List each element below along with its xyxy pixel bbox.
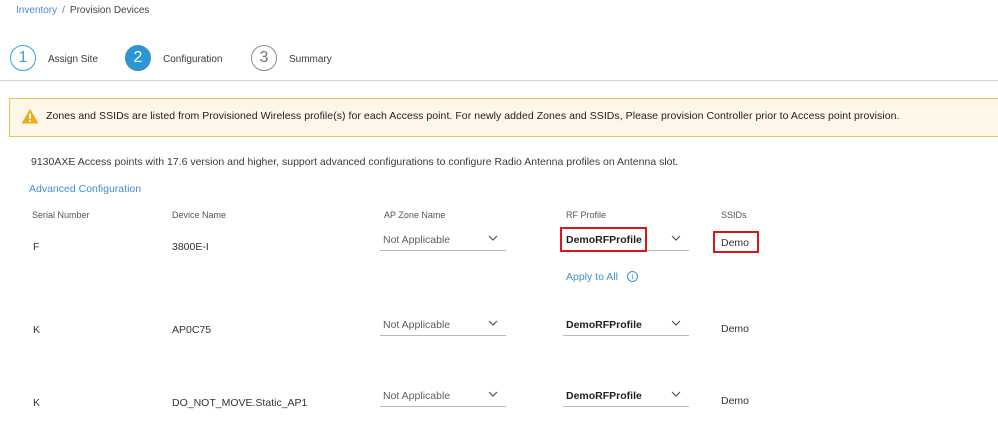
row-2-serial-number: K [33,324,41,336]
step-3-label[interactable]: Summary [289,54,332,65]
step-2-circle[interactable]: 2 [125,45,151,71]
row-3-serial-number: K [33,397,41,409]
step-2-label[interactable]: Configuration [163,54,222,65]
column-header-ssids: SSIDs [721,210,747,220]
row-3-ap-zone-value: Not Applicable [383,390,451,402]
warning-banner: Zones and SSIDs are listed from Provisio… [9,98,998,137]
breadcrumb: Inventory / Provision Devices [16,5,149,16]
row-1-device-name: 3800E-I [172,241,209,253]
step-1-circle[interactable]: 1 [10,45,36,71]
row-1-ap-zone-value: Not Applicable [383,234,451,246]
step-3-circle[interactable]: 3 [251,45,277,71]
step-1-label[interactable]: Assign Site [48,54,98,65]
row-2-rf-profile-select[interactable]: DemoRFProfile [563,316,689,336]
row-2-ap-zone-value: Not Applicable [383,319,451,331]
row-3-ap-zone-select[interactable]: Not Applicable [380,387,506,407]
column-header-rf-profile: RF Profile [566,210,607,220]
row-3-device-name: DO_NOT_MOVE.Static_AP1 [172,397,308,409]
row-2-rf-profile-value: DemoRFProfile [566,319,642,331]
breadcrumb-current: Provision Devices [69,5,150,16]
row-2-ap-zone-select[interactable]: Not Applicable [380,316,506,336]
antenna-info-text: 9130AXE Access points with 17.6 version … [31,156,679,168]
chevron-down-icon [488,235,498,241]
row-2-ssids: Demo [721,323,750,335]
rf-profile-highlight-box [560,227,647,252]
row-3-rf-profile-select[interactable]: DemoRFProfile [563,387,689,407]
info-icon[interactable]: i [627,271,638,282]
chevron-down-icon [671,320,681,326]
warning-icon [21,109,39,124]
apply-to-all-link[interactable]: Apply to All [566,271,618,283]
row-3-rf-profile-value: DemoRFProfile [566,390,642,402]
row-1-serial-number: F [33,241,40,253]
ssid-highlight-box [713,231,759,253]
advanced-configuration-link[interactable]: Advanced Configuration [29,183,141,195]
breadcrumb-separator: / [62,5,65,16]
row-2-device-name: AP0C75 [172,324,212,336]
chevron-down-icon [488,320,498,326]
breadcrumb-inventory-link[interactable]: Inventory [16,5,57,16]
column-header-device-name: Device Name [172,210,227,220]
chevron-down-icon [671,391,681,397]
chevron-down-icon [671,235,681,241]
column-header-serial-number: Serial Number [32,210,90,220]
stepper-divider [0,80,998,81]
column-header-ap-zone-name: AP Zone Name [384,210,446,220]
chevron-down-icon [488,391,498,397]
row-3-ssids: Demo [721,395,750,407]
row-1-ap-zone-select[interactable]: Not Applicable [380,231,506,251]
warning-banner-text: Zones and SSIDs are listed from Provisio… [46,110,900,122]
